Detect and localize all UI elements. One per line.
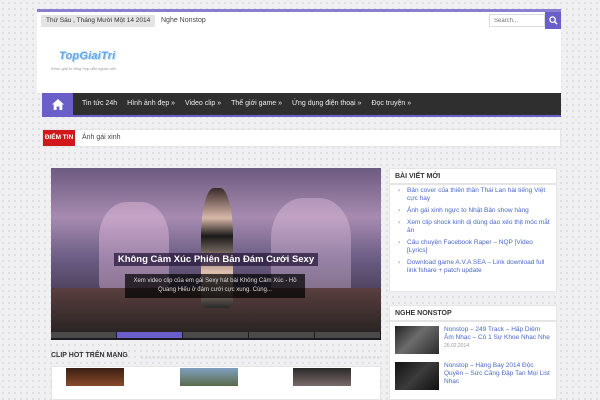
breaking-label: ĐIỂM TIN <box>43 130 75 146</box>
slider-dot[interactable] <box>183 332 248 338</box>
main-nav: Tin tức 24h Hình ảnh đẹp » Video clip » … <box>42 93 561 117</box>
slider-dot[interactable] <box>117 332 182 338</box>
nonstop-title[interactable]: Nonstop – Hàng Bay 2014 Độc Quyền – Sức … <box>444 362 551 386</box>
breaking-headline[interactable]: Ảnh gái xinh <box>82 130 121 146</box>
site-header: TopGiaiTri Kênh giải trí tổng hợp dẫn ng… <box>37 29 561 93</box>
nonstop-title[interactable]: Nonstop – 249 Track – Hấp Diêm Âm Nhạc –… <box>444 326 551 342</box>
slide-title-text[interactable]: Không Cảm Xúc Phiên Bản Đám Cưới Sexy <box>113 253 319 266</box>
nav-item-games[interactable]: Thế giới game » <box>226 93 287 115</box>
slider-dot[interactable] <box>315 332 380 338</box>
slider-dot[interactable] <box>249 332 314 338</box>
featured-slider[interactable]: Không Cảm Xúc Phiên Bản Đám Cưới Sexy Xe… <box>51 168 381 340</box>
nav-item-images[interactable]: Hình ảnh đẹp » <box>122 93 180 115</box>
slider-pagination <box>51 332 381 340</box>
nonstop-widget: NGHE NONSTOP Nonstop – 249 Track – Hấp D… <box>389 305 557 400</box>
slide-title[interactable]: Không Cảm Xúc Phiên Bản Đám Cưới Sexy <box>51 253 381 266</box>
site-tagline: Kênh giải trí tổng hợp dẫn người việt <box>51 66 116 71</box>
slide-caption: Xem video clip của em gái Sexy hát bài K… <box>125 274 305 298</box>
nav-item-apps[interactable]: Ứng dụng điện thoại » <box>287 93 366 115</box>
recent-posts-widget: BÀI VIẾT MỚI Bản cover của thiên thần Th… <box>389 168 557 292</box>
nav-item-news[interactable]: Tin tức 24h <box>77 93 122 115</box>
site-logo[interactable]: TopGiaiTri <box>59 50 115 62</box>
breaking-news-bar: ĐIỂM TIN Ảnh gái xinh <box>42 129 561 147</box>
nav-item-video[interactable]: Video clip » <box>180 93 226 115</box>
recent-post-link[interactable]: Xem clip shock kinh dị dùng dao xẻo thịt… <box>398 219 550 235</box>
heading-divider <box>141 356 381 359</box>
top-bar: Thứ Sáu , Tháng Mười Một 14 2014 Nghe No… <box>37 9 561 29</box>
top-link-nonstop[interactable]: Nghe Nonstop <box>161 15 206 27</box>
nav-home-button[interactable] <box>42 93 73 115</box>
clip-thumbnail[interactable] <box>66 368 124 386</box>
recent-post-link[interactable]: Bản cover của thiên thần Thái Lan hài ti… <box>398 187 550 203</box>
home-icon <box>51 98 64 110</box>
current-date: Thứ Sáu , Tháng Mười Một 14 2014 <box>41 15 156 27</box>
hot-clips-section: CLIP HOT TRÊN MẠNG <box>51 352 381 400</box>
recent-post-link[interactable]: Ảnh gái xinh ngực to Nhật Bản show hàng <box>398 207 550 215</box>
recent-posts-heading: BÀI VIẾT MỚI <box>390 169 556 185</box>
clip-thumbnail[interactable] <box>180 368 238 386</box>
nonstop-item[interactable]: Nonstop – 249 Track – Hấp Diêm Âm Nhạc –… <box>390 322 556 358</box>
recent-post-link[interactable]: Download game A.V.A SEA – Link download … <box>398 259 550 275</box>
search-button[interactable] <box>545 12 561 29</box>
page: Thứ Sáu , Tháng Mười Một 14 2014 Nghe No… <box>37 0 561 400</box>
nav-item-stories[interactable]: Đọc truyện » <box>366 93 416 115</box>
nonstop-heading: NGHE NONSTOP <box>390 306 556 322</box>
nonstop-thumbnail[interactable] <box>395 326 439 354</box>
slider-dot[interactable] <box>51 332 116 338</box>
search-icon <box>548 16 558 25</box>
nonstop-date: 26.02.2014 <box>444 343 470 349</box>
nonstop-thumbnail[interactable] <box>395 362 439 390</box>
recent-post-link[interactable]: Câu chuyện Facebook Raper – NQP [Video [… <box>398 239 550 255</box>
clip-thumbnail[interactable] <box>293 368 351 386</box>
search-input[interactable] <box>489 14 545 27</box>
nonstop-item[interactable]: Nonstop – Hàng Bay 2014 Độc Quyền – Sức … <box>390 358 556 394</box>
